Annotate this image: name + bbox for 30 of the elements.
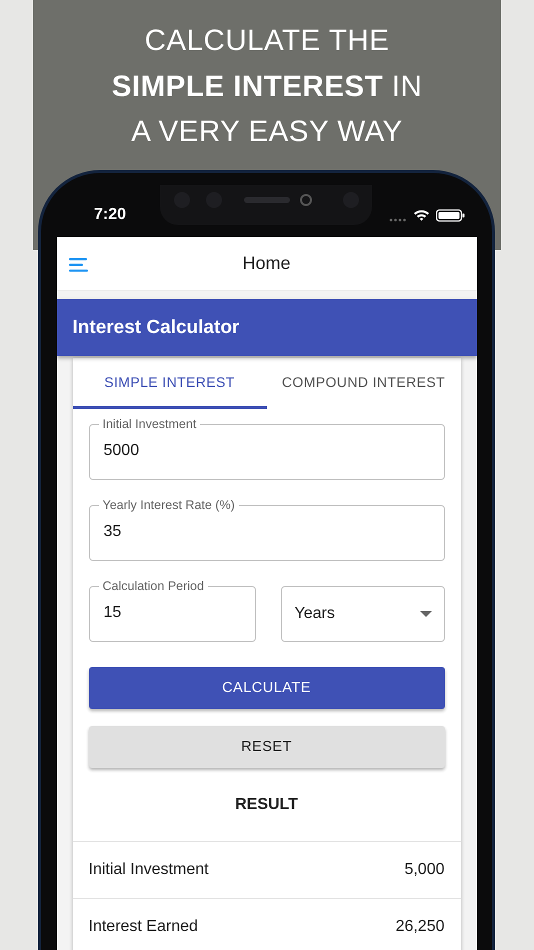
- header-title: Interest Calculator: [72, 316, 240, 338]
- battery-icon: [436, 209, 465, 222]
- result-heading: RESULT: [235, 796, 298, 814]
- result-label: Initial Investment: [88, 861, 209, 879]
- screen-title: Home: [242, 253, 290, 274]
- tab[interactable]: SIMPLE INTEREST: [72, 358, 266, 409]
- unit-dropdown[interactable]: Years: [280, 586, 444, 642]
- reset-button[interactable]: RESET: [88, 726, 444, 768]
- result-value: 26,250: [396, 918, 444, 936]
- wifi-icon: [413, 210, 430, 222]
- input-field[interactable]: Yearly Interest Rate (%) 35: [88, 497, 444, 561]
- field-label: Initial Investment: [102, 416, 198, 432]
- input-field[interactable]: Initial Investment 5000: [88, 416, 444, 480]
- field-value: 15: [104, 604, 122, 622]
- field-label: Yearly Interest Rate (%): [102, 497, 236, 513]
- caret-icon: [420, 611, 432, 617]
- headline: CALCULATE THE: [144, 23, 390, 59]
- status-time: 7:20: [94, 206, 126, 224]
- field-label: Calculation Period: [102, 578, 205, 594]
- signal-dots-icon: [389, 218, 407, 222]
- result-label: Interest Earned: [88, 918, 198, 936]
- headline: SIMPLE INTEREST IN: [112, 68, 422, 104]
- headline: A VERY EASY WAY: [131, 114, 403, 150]
- input-field[interactable]: Calculation Period 15: [88, 578, 256, 642]
- menu-icon[interactable]: [68, 258, 88, 272]
- result-value: 5,000: [404, 861, 444, 879]
- tab[interactable]: COMPOUND INTEREST: [266, 358, 460, 409]
- calculate-button[interactable]: CALCULATE: [88, 667, 444, 709]
- field-value: 5000: [104, 442, 140, 460]
- field-value: 35: [104, 523, 122, 541]
